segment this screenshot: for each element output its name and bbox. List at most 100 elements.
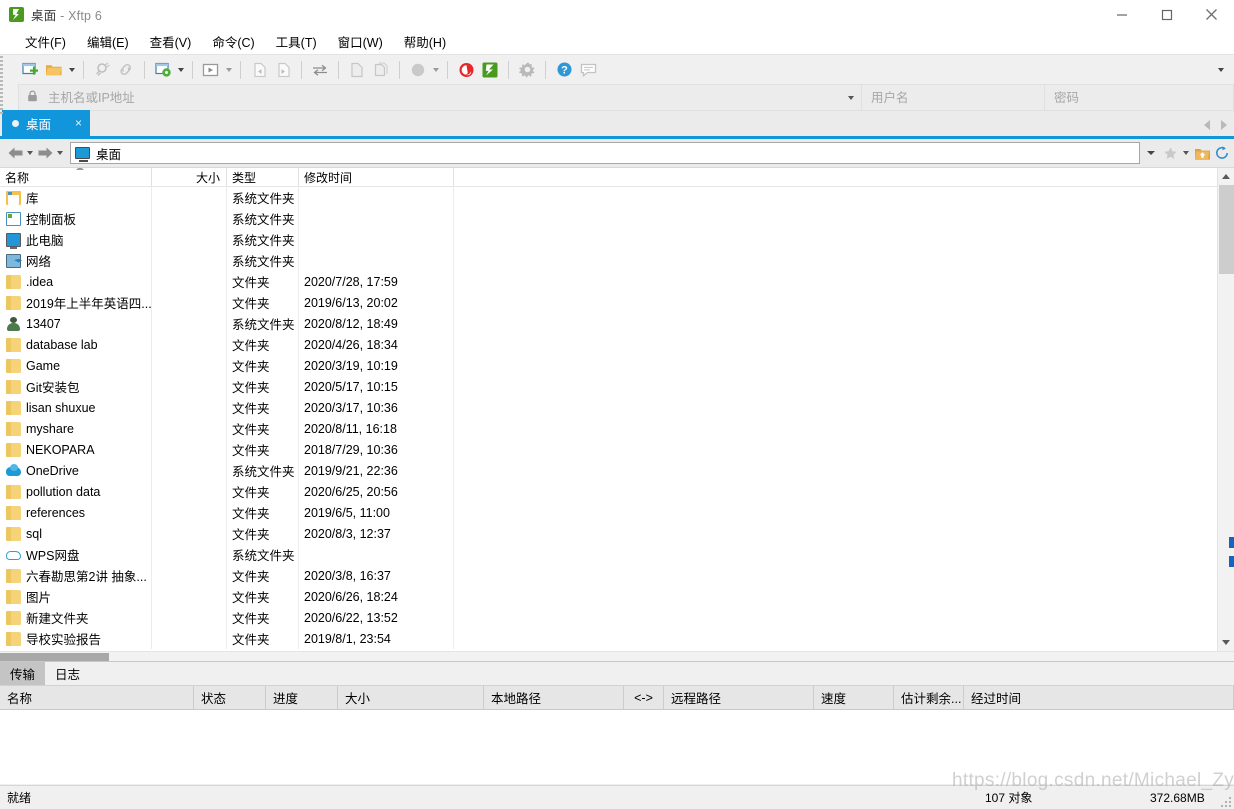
help-icon[interactable]: ? bbox=[552, 58, 576, 82]
table-row[interactable]: references文件夹2019/6/5, 11:00 bbox=[0, 502, 1217, 523]
table-row[interactable]: 库系统文件夹 bbox=[0, 187, 1217, 208]
column-header-modified[interactable]: 修改时间 bbox=[299, 168, 454, 186]
host-input[interactable] bbox=[46, 90, 841, 106]
open-folder-icon[interactable] bbox=[42, 58, 66, 82]
table-row[interactable]: 此电脑系统文件夹 bbox=[0, 229, 1217, 250]
menu-item-help[interactable]: 帮助(H) bbox=[395, 29, 455, 54]
back-arrow-icon[interactable] bbox=[6, 143, 24, 163]
terminal-dropdown-caret[interactable] bbox=[223, 58, 234, 82]
transfer-column-header[interactable]: 进度 bbox=[266, 686, 338, 709]
tab-transfer[interactable]: 传输 bbox=[0, 662, 45, 685]
table-row[interactable]: pollution data文件夹2020/6/25, 20:56 bbox=[0, 481, 1217, 502]
tab-scroll-right-icon[interactable] bbox=[1218, 117, 1230, 133]
file-name-label: 图片 bbox=[26, 587, 51, 606]
table-row[interactable]: 控制面板系统文件夹 bbox=[0, 208, 1217, 229]
table-row[interactable]: .idea文件夹2020/7/28, 17:59 bbox=[0, 271, 1217, 292]
circle-mode-dropdown-caret[interactable] bbox=[430, 58, 441, 82]
table-row[interactable]: NEKOPARA文件夹2018/7/29, 10:36 bbox=[0, 439, 1217, 460]
minimize-icon[interactable] bbox=[1099, 0, 1144, 29]
new-session-icon[interactable] bbox=[18, 58, 42, 82]
transfer-column-header[interactable]: <-> bbox=[624, 686, 664, 709]
path-dropdown-caret[interactable] bbox=[1142, 142, 1160, 164]
transfer-column-header[interactable]: 估计剩余... bbox=[894, 686, 964, 709]
password-field-wrapper[interactable] bbox=[1044, 84, 1234, 111]
username-field-wrapper[interactable] bbox=[861, 84, 1044, 111]
new-file-transfer-dropdown-caret[interactable] bbox=[175, 58, 186, 82]
table-row[interactable]: 图片文件夹2020/6/26, 18:24 bbox=[0, 586, 1217, 607]
tab-scroll-left-icon[interactable] bbox=[1201, 117, 1213, 133]
transfer-column-header[interactable]: 速度 bbox=[814, 686, 894, 709]
back-dropdown-caret[interactable] bbox=[24, 143, 36, 163]
file-name-cell: references bbox=[0, 502, 152, 523]
table-row[interactable]: Game文件夹2020/3/19, 10:19 bbox=[0, 355, 1217, 376]
menu-item-edit[interactable]: 编辑(E) bbox=[78, 29, 138, 54]
table-row[interactable]: 网络系统文件夹 bbox=[0, 250, 1217, 271]
horizontal-scrollbar-thumb[interactable] bbox=[0, 653, 109, 661]
menu-item-window[interactable]: 窗口(W) bbox=[329, 29, 392, 54]
transfer-column-header[interactable]: 经过时间 bbox=[964, 686, 1234, 709]
table-row[interactable]: WPS网盘系统文件夹 bbox=[0, 544, 1217, 565]
tab-desktop[interactable]: 桌面 × bbox=[2, 110, 90, 136]
file-type-cell: 文件夹 bbox=[227, 376, 299, 397]
scrollbar-thumb[interactable] bbox=[1219, 185, 1234, 274]
maximize-icon[interactable] bbox=[1144, 0, 1189, 29]
window-controls bbox=[1099, 0, 1234, 29]
file-list-vertical-scrollbar[interactable] bbox=[1217, 168, 1234, 651]
forward-dropdown-caret[interactable] bbox=[54, 143, 66, 163]
transfer-column-header[interactable]: 远程路径 bbox=[664, 686, 814, 709]
table-row[interactable]: 新建文件夹文件夹2020/6/22, 13:52 bbox=[0, 607, 1217, 628]
open-folder-dropdown-caret[interactable] bbox=[66, 58, 77, 82]
file-modified-cell: 2020/5/17, 10:15 bbox=[299, 376, 454, 397]
column-header-size[interactable]: 大小 bbox=[152, 168, 227, 186]
tab-close-icon[interactable]: × bbox=[75, 117, 82, 129]
sync-icon[interactable] bbox=[308, 58, 332, 82]
terminal-icon[interactable] bbox=[199, 58, 223, 82]
table-row[interactable]: 2019年上半年英语四...文件夹2019/6/13, 20:02 bbox=[0, 292, 1217, 313]
scroll-down-icon[interactable] bbox=[1218, 634, 1234, 651]
column-header-name[interactable]: 名称 bbox=[0, 168, 152, 186]
gear-icon[interactable] bbox=[515, 58, 539, 82]
xftp-icon[interactable] bbox=[478, 58, 502, 82]
username-input[interactable] bbox=[862, 90, 1044, 106]
refresh-icon[interactable] bbox=[1212, 142, 1232, 164]
file-modified-cell bbox=[299, 229, 454, 250]
new-file-transfer-icon[interactable] bbox=[151, 58, 175, 82]
menu-item-view[interactable]: 查看(V) bbox=[141, 29, 201, 54]
history-dropdown-caret[interactable] bbox=[841, 96, 861, 100]
scrollbar-track[interactable] bbox=[1218, 185, 1234, 634]
star-dropdown-caret[interactable] bbox=[1180, 143, 1192, 163]
forward-arrow-icon[interactable] bbox=[36, 143, 54, 163]
table-row[interactable]: sql文件夹2020/8/3, 12:37 bbox=[0, 523, 1217, 544]
table-row[interactable]: Git安装包文件夹2020/5/17, 10:15 bbox=[0, 376, 1217, 397]
toolbar-overflow-chevron-icon[interactable] bbox=[1215, 58, 1226, 82]
transfer-column-header[interactable]: 大小 bbox=[338, 686, 484, 709]
column-header-type[interactable]: 类型 bbox=[227, 168, 299, 186]
host-field-wrapper[interactable] bbox=[18, 84, 861, 111]
up-folder-icon[interactable] bbox=[1192, 142, 1212, 164]
table-row[interactable]: 六春勘思第2讲 抽象...文件夹2020/3/8, 16:37 bbox=[0, 565, 1217, 586]
xshell-icon[interactable] bbox=[454, 58, 478, 82]
table-row[interactable]: database lab文件夹2020/4/26, 18:34 bbox=[0, 334, 1217, 355]
resize-grip[interactable] bbox=[1221, 797, 1231, 807]
transfer-list[interactable] bbox=[0, 710, 1234, 784]
menu-item-command[interactable]: 命令(C) bbox=[203, 29, 263, 54]
table-row[interactable]: 导校实验报告文件夹2019/8/1, 23:54 bbox=[0, 628, 1217, 649]
menu-item-file[interactable]: 文件(F) bbox=[16, 29, 75, 54]
file-list-horizontal-scrollbar[interactable] bbox=[0, 651, 1234, 661]
table-row[interactable]: OneDrive系统文件夹2019/9/21, 22:36 bbox=[0, 460, 1217, 481]
tab-log[interactable]: 日志 bbox=[45, 662, 90, 685]
toolbar-overflow-caret[interactable] bbox=[1215, 55, 1226, 85]
table-row[interactable]: lisan shuxue文件夹2020/3/17, 10:36 bbox=[0, 397, 1217, 418]
table-row[interactable]: 13407系统文件夹2020/8/12, 18:49 bbox=[0, 313, 1217, 334]
scroll-up-icon[interactable] bbox=[1218, 168, 1234, 185]
star-icon[interactable] bbox=[1160, 142, 1180, 164]
table-row[interactable]: myshare文件夹2020/8/11, 16:18 bbox=[0, 418, 1217, 439]
password-input[interactable] bbox=[1045, 90, 1233, 106]
file-name-cell: database lab bbox=[0, 334, 152, 355]
close-icon[interactable] bbox=[1189, 0, 1234, 29]
transfer-column-header[interactable]: 名称 bbox=[0, 686, 194, 709]
menu-item-tools[interactable]: 工具(T) bbox=[267, 29, 326, 54]
transfer-column-header[interactable]: 本地路径 bbox=[484, 686, 624, 709]
transfer-column-header[interactable]: 状态 bbox=[194, 686, 266, 709]
path-input[interactable]: 桌面 bbox=[70, 142, 1140, 164]
